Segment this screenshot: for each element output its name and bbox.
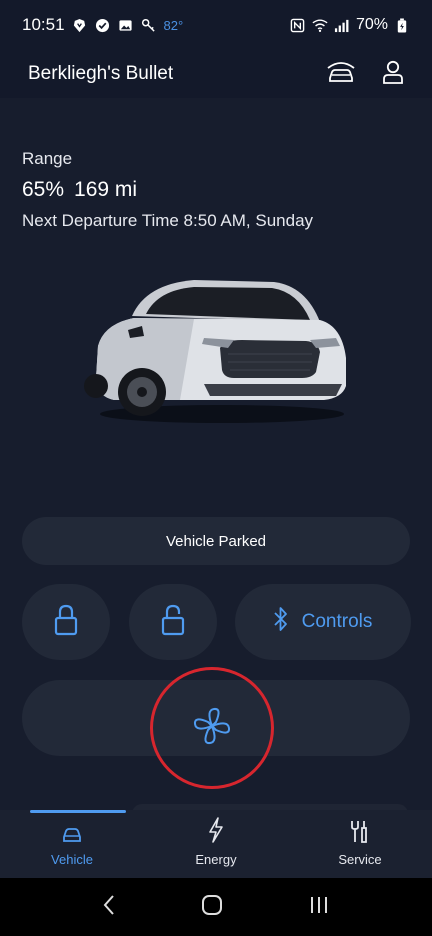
controls-label: Controls bbox=[301, 611, 373, 632]
lightning-bolt-icon bbox=[208, 817, 224, 846]
wifi-icon bbox=[312, 17, 328, 33]
gallery-icon bbox=[118, 17, 134, 33]
home-icon[interactable] bbox=[201, 894, 223, 921]
range-values: 65% 169 mi bbox=[22, 178, 137, 202]
lock-button[interactable] bbox=[22, 584, 110, 660]
unlock-icon bbox=[161, 604, 185, 641]
active-tab-indicator bbox=[30, 810, 126, 813]
vehicle-name-title: Berkliegh's Bullet bbox=[28, 63, 174, 84]
battery-charging-icon bbox=[394, 17, 410, 33]
range-label: Range bbox=[22, 149, 73, 168]
nav-energy-label: Energy bbox=[195, 852, 237, 867]
signal-icon bbox=[334, 17, 350, 33]
system-navigation-bar bbox=[0, 878, 432, 936]
recent-apps-icon[interactable] bbox=[308, 894, 330, 921]
nav-vehicle-label: Vehicle bbox=[51, 852, 93, 867]
account-icon[interactable] bbox=[382, 60, 404, 89]
bottom-navigation: Vehicle Energy Service bbox=[0, 810, 432, 878]
nav-energy[interactable]: Energy bbox=[144, 810, 288, 878]
nav-service[interactable]: Service bbox=[288, 810, 432, 878]
car-icon bbox=[62, 827, 82, 846]
vehicle-image bbox=[84, 280, 346, 423]
status-bar: 10:51 82° 70% bbox=[0, 0, 432, 50]
app-header: Berkliegh's Bullet bbox=[0, 50, 432, 98]
nfc-icon bbox=[290, 17, 306, 33]
vehicle-dashboard: Range 65% 169 mi Next Departure Time 8:5… bbox=[0, 98, 432, 824]
fan-icon bbox=[192, 706, 232, 751]
back-icon[interactable] bbox=[102, 894, 116, 921]
range-miles: 169 mi bbox=[74, 178, 138, 201]
climate-fan-button[interactable] bbox=[150, 667, 274, 789]
lock-icon bbox=[54, 604, 78, 641]
wrench-icon bbox=[349, 819, 371, 846]
verified-icon bbox=[95, 17, 111, 33]
unlock-button[interactable] bbox=[129, 584, 217, 660]
range-percent: 65% bbox=[22, 178, 65, 201]
next-departure-time: Next Departure Time 8:50 AM, Sunday bbox=[22, 211, 314, 230]
garage-icon[interactable] bbox=[326, 60, 356, 89]
key-icon bbox=[141, 17, 157, 33]
vehicle-status-pill: Vehicle Parked bbox=[22, 517, 410, 565]
brave-icon bbox=[72, 17, 88, 33]
status-time: 10:51 bbox=[22, 15, 65, 34]
controls-button[interactable]: Controls bbox=[235, 584, 411, 660]
vehicle-status-text: Vehicle Parked bbox=[165, 532, 267, 550]
battery-percent: 70% bbox=[355, 16, 388, 33]
nav-vehicle[interactable]: Vehicle bbox=[0, 810, 144, 878]
status-temperature: 82° bbox=[163, 17, 184, 33]
bluetooth-icon bbox=[273, 606, 288, 638]
nav-service-label: Service bbox=[338, 852, 382, 867]
